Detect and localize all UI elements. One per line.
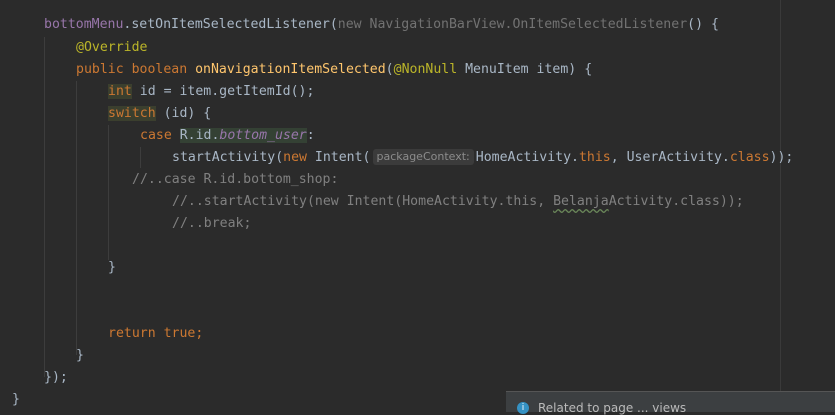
keyword: new — [283, 150, 315, 165]
identifier: bottomMenu — [44, 17, 124, 32]
code-line: //..startActivity(new Intent(HomeActivit… — [172, 191, 744, 213]
keyword: case — [140, 128, 180, 143]
punctuation: ( — [385, 62, 394, 77]
typo-word: Belanja — [553, 194, 609, 209]
method-call: startActivity( — [172, 150, 284, 165]
brace: } — [12, 392, 20, 407]
code-line: int id = item.getItemId(); — [108, 81, 314, 103]
brace: } — [108, 260, 116, 275]
punctuation: () { — [687, 17, 719, 32]
annotation: @Override — [76, 40, 148, 55]
code-line: return true; — [108, 323, 203, 345]
code-line: @Override — [76, 37, 147, 59]
code-line: public boolean onNavigationItemSelected(… — [76, 59, 592, 81]
code-editor[interactable]: bottomMenu.setOnItemSelectedListener(new… — [0, 0, 835, 408]
code-line: bottomMenu.setOnItemSelectedListener(new… — [44, 14, 719, 36]
comment: //..case R.id.bottom_shop: — [132, 172, 339, 187]
code-line: startActivity(new Intent(packageContext:… — [172, 147, 793, 169]
statement: id = item.getItemId(); — [131, 84, 315, 99]
identifier: , UserActivity. — [610, 150, 730, 165]
indent-guide — [44, 37, 45, 377]
keyword: true — [163, 326, 196, 341]
punctuation: ; — [195, 326, 204, 341]
identifier: R.id. — [179, 128, 220, 143]
type-name: NavigationBarView.OnItemSelectedListener — [369, 17, 688, 32]
comment: //..startActivity(new Intent(HomeActivit… — [172, 194, 554, 209]
statement: (id) { — [155, 106, 212, 121]
code-line: case R.id.bottom_user: — [140, 125, 315, 147]
keyword: boolean — [131, 62, 196, 77]
info-icon: i — [517, 402, 529, 414]
indent-guide — [108, 125, 109, 260]
comment: //..break; — [172, 216, 252, 231]
notification-text: Related to page ... views — [538, 401, 687, 415]
notification-popup[interactable]: i Related to page ... views — [506, 391, 835, 415]
code-line: //..case R.id.bottom_shop: — [132, 169, 338, 191]
brace: } — [76, 348, 84, 363]
code-line: } — [76, 345, 84, 367]
keyword: int — [108, 84, 132, 99]
method-call: .setOnItemSelectedListener( — [123, 17, 338, 32]
field-name: bottom_user — [219, 128, 307, 143]
keyword: class — [729, 150, 770, 165]
keyword: new — [337, 17, 370, 32]
keyword: return — [108, 326, 164, 341]
right-margin-guide — [780, 0, 781, 408]
punctuation: : — [306, 128, 315, 143]
indent-guide — [76, 81, 77, 355]
code-line: switch (id) { — [108, 103, 211, 125]
code-line: //..break; — [172, 213, 251, 235]
keyword: public — [76, 62, 132, 77]
parameters: MenuItem item) { — [457, 62, 593, 77]
keyword: switch — [108, 106, 156, 121]
method-name: onNavigationItemSelected — [195, 62, 386, 77]
code-line: }); — [44, 367, 68, 389]
indent-guide — [140, 147, 141, 168]
identifier: HomeActivity. — [475, 150, 579, 165]
type-name: Intent( — [314, 150, 371, 165]
keyword: this — [578, 150, 611, 165]
brace: }); — [44, 370, 68, 385]
code-line: } — [108, 257, 116, 279]
punctuation: )); — [769, 150, 794, 165]
comment: Activity.class)); — [608, 194, 744, 209]
annotation: @NonNull — [393, 62, 458, 77]
parameter-hint: packageContext: — [372, 149, 474, 165]
